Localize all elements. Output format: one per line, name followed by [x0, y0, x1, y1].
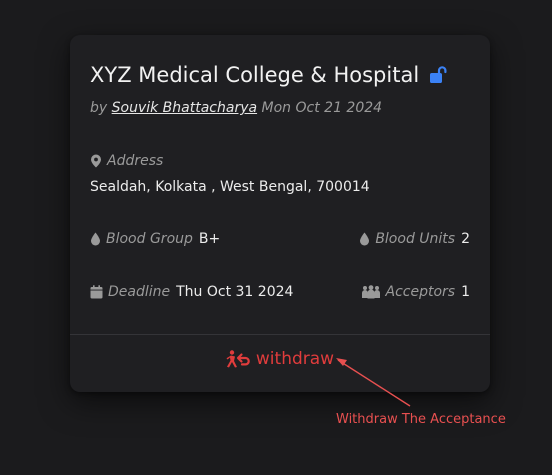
acceptors-field: Acceptors 1 — [361, 284, 470, 300]
droplet-icon — [91, 232, 100, 246]
acceptors-label: Acceptors — [385, 284, 456, 300]
address-label: Address — [107, 153, 164, 169]
author-link[interactable]: Souvik Bhattacharya — [112, 100, 257, 116]
post-date: Mon Oct 21 2024 — [261, 100, 383, 116]
blood-units-label: Blood Units — [375, 231, 456, 247]
blood-group-label: Blood Group — [106, 231, 193, 247]
blood-units-field: Blood Units 2 — [359, 231, 470, 247]
by-prefix: by — [90, 100, 108, 116]
blood-group-field: Blood Group B+ — [90, 231, 220, 247]
calendar-icon — [90, 285, 103, 299]
person-withdraw-icon — [226, 350, 250, 368]
address-value: Sealdah, Kolkata , West Bengal, 700014 — [90, 179, 370, 195]
annotation-label: Withdraw The Acceptance — [336, 412, 506, 427]
lock-open-icon[interactable] — [428, 65, 448, 85]
request-card: XYZ Medical College & Hospital by Souvik… — [70, 35, 490, 392]
blood-units-value: 2 — [461, 231, 470, 247]
map-pin-icon — [91, 154, 101, 168]
byline: by Souvik Bhattacharya Mon Oct 21 2024 — [90, 100, 382, 116]
withdraw-label: withdraw — [255, 349, 335, 369]
deadline-label: Deadline — [108, 284, 171, 300]
deadline-row: Deadline Thu Oct 31 2024 Acceptors 1 — [90, 284, 470, 300]
title-row: XYZ Medical College & Hospital — [90, 63, 448, 87]
withdraw-button[interactable]: withdraw — [70, 349, 490, 369]
droplet-icon — [360, 232, 370, 246]
blood-group-value: B+ — [198, 231, 221, 247]
deadline-field: Deadline Thu Oct 31 2024 — [90, 284, 293, 300]
users-icon — [361, 285, 380, 299]
blood-info-row: Blood Group B+ Blood Units 2 — [90, 231, 470, 247]
deadline-value: Thu Oct 31 2024 — [176, 284, 294, 300]
card-divider — [70, 334, 490, 335]
acceptors-value: 1 — [461, 284, 470, 300]
hospital-title: XYZ Medical College & Hospital — [90, 63, 420, 87]
address-label-group: Address — [90, 153, 163, 169]
